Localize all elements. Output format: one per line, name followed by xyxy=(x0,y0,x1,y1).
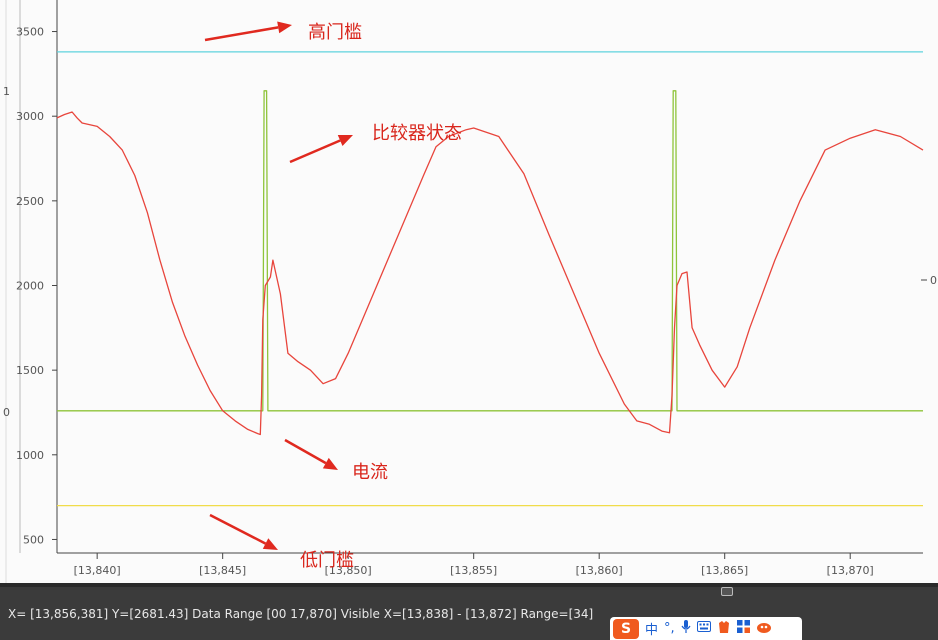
microphone-icon[interactable] xyxy=(681,619,691,638)
ime-punct-toggle[interactable]: °, xyxy=(664,621,675,636)
right-axis-label: 0 xyxy=(930,274,937,287)
annotation-label: 高门槛 xyxy=(308,22,362,43)
y-tick-label: 2000 xyxy=(16,280,44,293)
y-tick-label: 1500 xyxy=(16,364,44,377)
series-line-1 xyxy=(57,90,923,412)
x-tick-label: [13,865] xyxy=(701,564,748,577)
status-divider xyxy=(0,583,938,587)
y-tick-label: 3000 xyxy=(16,110,44,123)
secondary-axis-label: 0 xyxy=(3,406,10,419)
annotation-arrow xyxy=(284,438,327,465)
keyboard-icon[interactable] xyxy=(696,621,711,636)
series-line-0 xyxy=(56,111,924,436)
y-tick-label: 3500 xyxy=(16,26,44,39)
y-tick-label: 1000 xyxy=(16,449,44,462)
mascot-icon[interactable] xyxy=(756,621,772,637)
secondary-axis-label: 1 xyxy=(3,85,10,98)
skin-icon[interactable] xyxy=(717,620,731,638)
annotation-label: 低门槛 xyxy=(300,550,354,571)
cursor-readout: X= [13,856,381] Y=[2681.43] Data Range [… xyxy=(8,607,594,621)
splitter-handle[interactable] xyxy=(721,587,733,596)
annotation-arrowhead xyxy=(277,21,292,34)
chart: 3500 3000 2500 2000 1500 1000 500 [13,840] [13,8… xyxy=(3,0,937,583)
ime-toolbar[interactable]: S 中 °, xyxy=(610,617,802,640)
sogou-logo-icon[interactable]: S xyxy=(613,618,639,639)
x-tick-label: [13,845] xyxy=(199,564,246,577)
annotation-arrow xyxy=(209,513,267,545)
annotation-label: 比较器状态 xyxy=(372,123,462,144)
toolbox-icon[interactable] xyxy=(736,620,750,637)
x-tick-label: [13,840] xyxy=(74,564,121,577)
x-tick-label: [13,870] xyxy=(827,564,874,577)
x-tick-label: [13,860] xyxy=(576,564,623,577)
annotation-label: 电流 xyxy=(352,462,388,483)
y-tick-label: 500 xyxy=(23,533,44,546)
x-tick-label: [13,855] xyxy=(450,564,497,577)
annotation-arrow xyxy=(289,139,341,164)
y-tick-label: 2500 xyxy=(16,195,44,208)
annotation-arrow xyxy=(204,26,279,42)
ime-mode-toggle[interactable]: 中 xyxy=(645,619,658,638)
